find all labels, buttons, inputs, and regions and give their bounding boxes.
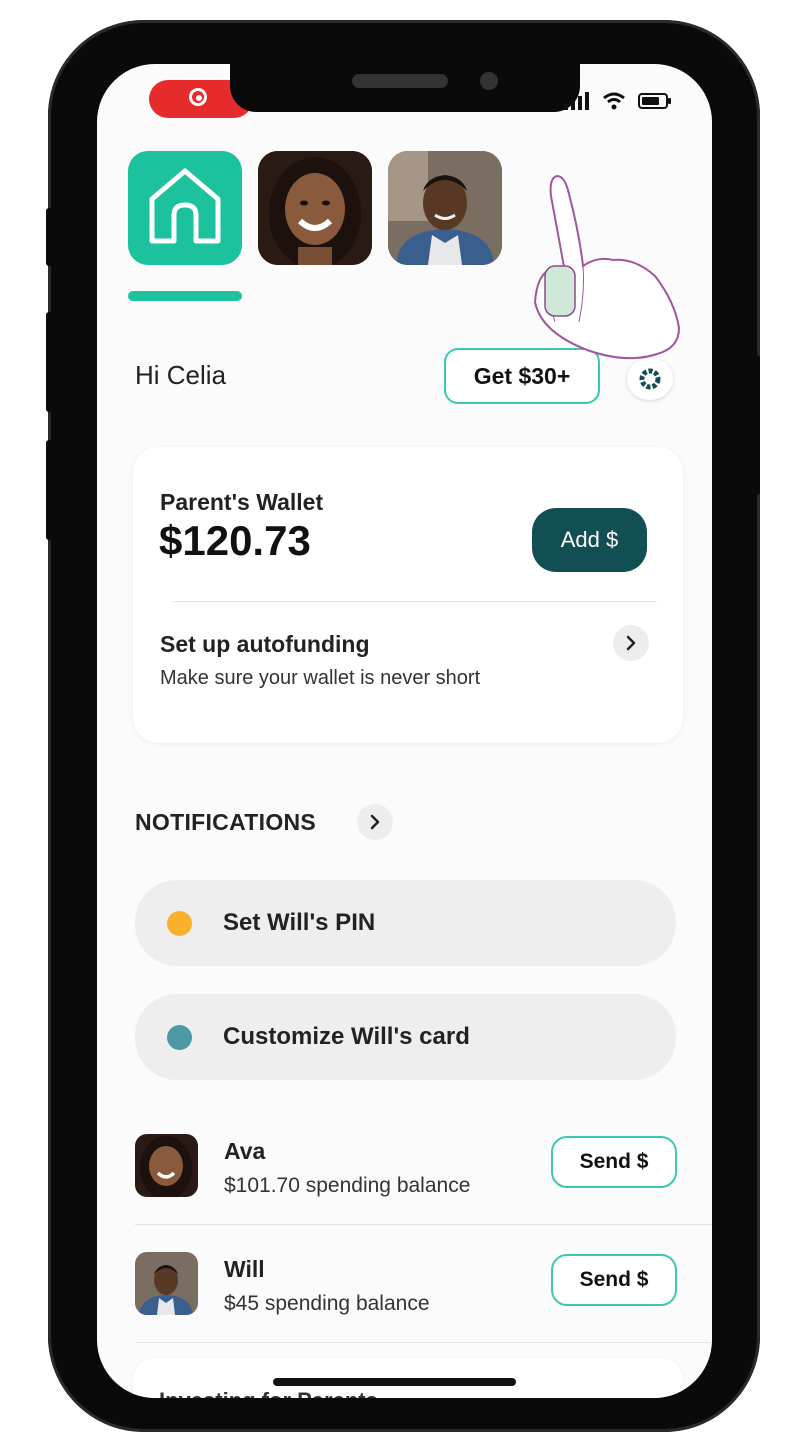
notification-label: Customize Will's card — [223, 1023, 470, 1050]
house-icon — [149, 168, 221, 244]
battery-icon — [638, 93, 671, 109]
investing-card-title: Investing for Parents — [159, 1388, 378, 1398]
avatar — [135, 1134, 198, 1197]
parents-wallet-card: Parent's Wallet $120.73 Add $ Set up aut… — [133, 447, 683, 743]
send-money-button[interactable]: Send $ — [551, 1136, 677, 1188]
mute-switch — [46, 208, 54, 266]
signal-icon — [564, 92, 589, 110]
divider — [173, 601, 657, 602]
autofunding-title[interactable]: Set up autofunding — [160, 631, 370, 658]
child-row-will[interactable]: Will $45 spending balance Send $ — [135, 1252, 712, 1352]
status-dot-teal — [167, 1025, 192, 1050]
greeting-text: Hi Celia — [135, 360, 227, 390]
wifi-icon — [603, 92, 625, 110]
status-bar-icons — [564, 92, 672, 110]
avatar — [388, 151, 502, 265]
notification-customize-card[interactable]: Customize Will's card — [135, 994, 676, 1080]
notifications-chevron-button[interactable] — [357, 804, 393, 840]
avatar — [258, 151, 372, 265]
send-money-button[interactable]: Send $ — [551, 1254, 677, 1306]
chevron-right-icon — [370, 814, 380, 830]
divider — [135, 1224, 712, 1225]
wallet-title: Parent's Wallet — [160, 489, 324, 515]
volume-up-button — [46, 312, 54, 412]
notch — [230, 64, 580, 112]
child-name: Will — [224, 1256, 265, 1282]
wallet-balance: $120.73 — [159, 517, 311, 564]
divider — [135, 1342, 712, 1343]
add-money-button[interactable]: Add $ — [532, 508, 647, 572]
child-name: Ava — [224, 1138, 266, 1164]
app-screen: Hi Celia Get $30+ Parent's Wallet $120.7… — [97, 64, 712, 1398]
front-camera — [480, 72, 498, 90]
power-button — [752, 355, 760, 495]
speaker-grille — [352, 74, 448, 88]
notification-label: Set Will's PIN — [223, 909, 376, 936]
volume-down-button — [46, 440, 54, 540]
child-row-ava[interactable]: Ava $101.70 spending balance Send $ — [135, 1134, 712, 1234]
status-dot-orange — [167, 911, 192, 936]
tap-gesture-hand-icon — [533, 174, 681, 360]
notification-set-pin[interactable]: Set Will's PIN — [135, 880, 676, 966]
tab-home[interactable] — [128, 151, 242, 265]
tab-ava-avatar[interactable] — [258, 151, 372, 265]
child-spending-balance: $45 spending balance — [224, 1292, 430, 1315]
autofunding-subtitle: Make sure your wallet is never short — [160, 667, 481, 689]
child-spending-balance: $101.70 spending balance — [224, 1174, 471, 1197]
active-tab-indicator — [128, 291, 242, 301]
tab-will-avatar[interactable] — [388, 151, 502, 265]
autofunding-chevron-button[interactable] — [613, 625, 649, 661]
avatar — [135, 1252, 198, 1315]
chevron-right-icon — [626, 635, 636, 651]
home-indicator[interactable] — [273, 1378, 516, 1386]
notifications-header: NOTIFICATIONS — [135, 809, 317, 835]
